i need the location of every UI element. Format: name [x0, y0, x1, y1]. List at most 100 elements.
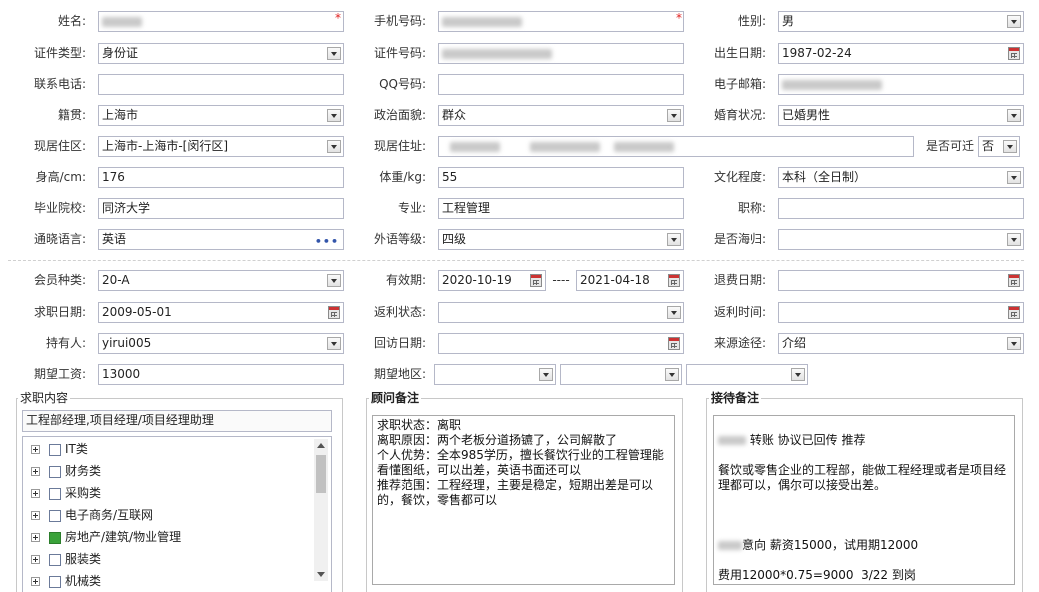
chevron-down-icon[interactable] — [667, 306, 681, 319]
checkbox[interactable] — [49, 443, 61, 456]
tree-item[interactable]: 采购类 — [31, 483, 101, 503]
expand-icon[interactable] — [31, 511, 40, 520]
calendar-icon[interactable] — [1008, 47, 1020, 60]
chevron-down-icon[interactable] — [667, 109, 681, 122]
tel-input[interactable] — [98, 74, 344, 95]
tree-item[interactable]: IT类 — [31, 439, 88, 459]
chevron-down-icon[interactable] — [1007, 337, 1021, 350]
calendar-icon[interactable] — [328, 306, 340, 319]
rebate-time-input[interactable] — [778, 302, 1024, 323]
rebate-time-label: 返利时间: — [713, 305, 766, 319]
political-value: 群众 — [442, 108, 467, 122]
chevron-down-icon[interactable] — [1007, 109, 1021, 122]
advisor-notes-textarea[interactable]: 求职状态：离职 离职原因：两个老板分道扬镳了，公司解散了 个人优势：全本985学… — [372, 415, 675, 585]
chevron-down-icon[interactable] — [665, 368, 679, 381]
revisit-label: 回访日期: — [373, 336, 426, 350]
jobseek-date-input[interactable]: 2009-05-01 — [98, 302, 344, 323]
scroll-down-icon[interactable] — [317, 572, 325, 577]
education-select[interactable]: 本科（全日制） — [778, 167, 1024, 188]
calendar-icon[interactable] — [1008, 306, 1020, 319]
jobs-scrollbar[interactable] — [314, 439, 328, 581]
chevron-down-icon[interactable] — [327, 140, 341, 153]
chevron-down-icon[interactable] — [327, 274, 341, 287]
expand-icon[interactable] — [31, 555, 40, 564]
tree-item[interactable]: 财务类 — [31, 461, 101, 481]
refund-date-input[interactable] — [778, 270, 1024, 291]
region-select-2[interactable] — [560, 364, 682, 385]
checkbox[interactable] — [49, 575, 61, 588]
holder-select[interactable]: yirui005 — [98, 333, 344, 354]
language-input[interactable]: 英语 ••• — [98, 229, 344, 250]
member-type-select[interactable]: 20-A — [98, 270, 344, 291]
expand-icon[interactable] — [31, 533, 40, 542]
chevron-down-icon[interactable] — [539, 368, 553, 381]
tree-item[interactable]: 服装类 — [31, 549, 101, 569]
chevron-down-icon[interactable] — [327, 337, 341, 350]
chevron-down-icon[interactable] — [327, 109, 341, 122]
weight-input[interactable]: 55 — [438, 167, 684, 188]
revisit-date-input[interactable] — [438, 333, 684, 354]
calendar-icon[interactable] — [668, 274, 680, 287]
holder-label: 持有人: — [45, 336, 86, 350]
chevron-down-icon[interactable] — [1007, 15, 1021, 28]
region-select-3[interactable] — [686, 364, 808, 385]
height-input[interactable]: 176 — [98, 167, 344, 188]
more-options-icon[interactable]: ••• — [315, 232, 339, 249]
expand-icon[interactable] — [31, 445, 40, 454]
jobs-selected-field[interactable]: 工程部经理,项目经理/项目经理助理 — [22, 410, 332, 432]
checkbox[interactable] — [49, 465, 61, 478]
valid-to-input[interactable]: 2021-04-18 — [576, 270, 684, 291]
salary-input[interactable]: 13000 — [98, 364, 344, 385]
name-label: 姓名: — [57, 14, 86, 28]
phone-input[interactable] — [438, 11, 684, 32]
overseas-select[interactable] — [778, 229, 1024, 250]
chevron-down-icon[interactable] — [1007, 171, 1021, 184]
calendar-icon[interactable] — [1008, 274, 1020, 287]
scroll-up-icon[interactable] — [317, 443, 325, 448]
email-input[interactable] — [778, 74, 1024, 95]
gender-value: 男 — [782, 14, 795, 28]
valid-from-input[interactable]: 2020-10-19 — [438, 270, 546, 291]
marital-select[interactable]: 已婚男性 — [778, 105, 1024, 126]
tree-item[interactable]: 电子商务/互联网 — [31, 505, 153, 525]
native-label: 籍贯: — [57, 108, 86, 122]
rebate-status-select[interactable] — [438, 302, 684, 323]
relocate-select[interactable]: 否 — [978, 136, 1020, 157]
reception-notes-textarea[interactable]: 转账 协议已回传 推荐 餐饮或零售企业的工程部，能做工程经理或者是项目经理都可以… — [713, 415, 1015, 585]
gender-select[interactable]: 男 — [778, 11, 1024, 32]
expand-icon[interactable] — [31, 467, 40, 476]
calendar-icon[interactable] — [668, 337, 680, 350]
expand-icon[interactable] — [31, 489, 40, 498]
region-select-1[interactable] — [434, 364, 556, 385]
qq-input[interactable] — [438, 74, 684, 95]
school-input[interactable]: 同济大学 — [98, 198, 344, 219]
chevron-down-icon[interactable] — [791, 368, 805, 381]
chevron-down-icon[interactable] — [327, 47, 341, 60]
tree-item[interactable]: 机械类 — [31, 571, 101, 591]
checkbox[interactable] — [49, 487, 61, 500]
area-select[interactable]: 上海市-上海市-[闵行区] — [98, 136, 344, 157]
idno-input[interactable] — [438, 43, 684, 64]
birth-date-input[interactable]: 1987-02-24 — [778, 43, 1024, 64]
checkbox[interactable] — [49, 553, 61, 566]
chevron-down-icon[interactable] — [667, 233, 681, 246]
tree-item[interactable]: 房地产/建筑/物业管理 — [31, 527, 181, 547]
calendar-icon[interactable] — [530, 274, 542, 287]
scroll-thumb[interactable] — [316, 455, 326, 493]
title-input[interactable] — [778, 198, 1024, 219]
major-input[interactable]: 工程管理 — [438, 198, 684, 219]
chevron-down-icon[interactable] — [1007, 233, 1021, 246]
checkbox[interactable] — [49, 509, 61, 522]
source-select[interactable]: 介绍 — [778, 333, 1024, 354]
foreign-level-select[interactable]: 四级 — [438, 229, 684, 250]
address-input[interactable] — [438, 136, 914, 157]
chevron-down-icon[interactable] — [1003, 140, 1017, 153]
major-value: 工程管理 — [442, 201, 491, 215]
expand-icon[interactable] — [31, 577, 40, 586]
checkbox-checked[interactable] — [49, 531, 61, 544]
native-select[interactable]: 上海市 — [98, 105, 344, 126]
name-input[interactable] — [98, 11, 344, 32]
political-select[interactable]: 群众 — [438, 105, 684, 126]
idtype-select[interactable]: 身份证 — [98, 43, 344, 64]
name-required-mark: * — [335, 11, 341, 25]
